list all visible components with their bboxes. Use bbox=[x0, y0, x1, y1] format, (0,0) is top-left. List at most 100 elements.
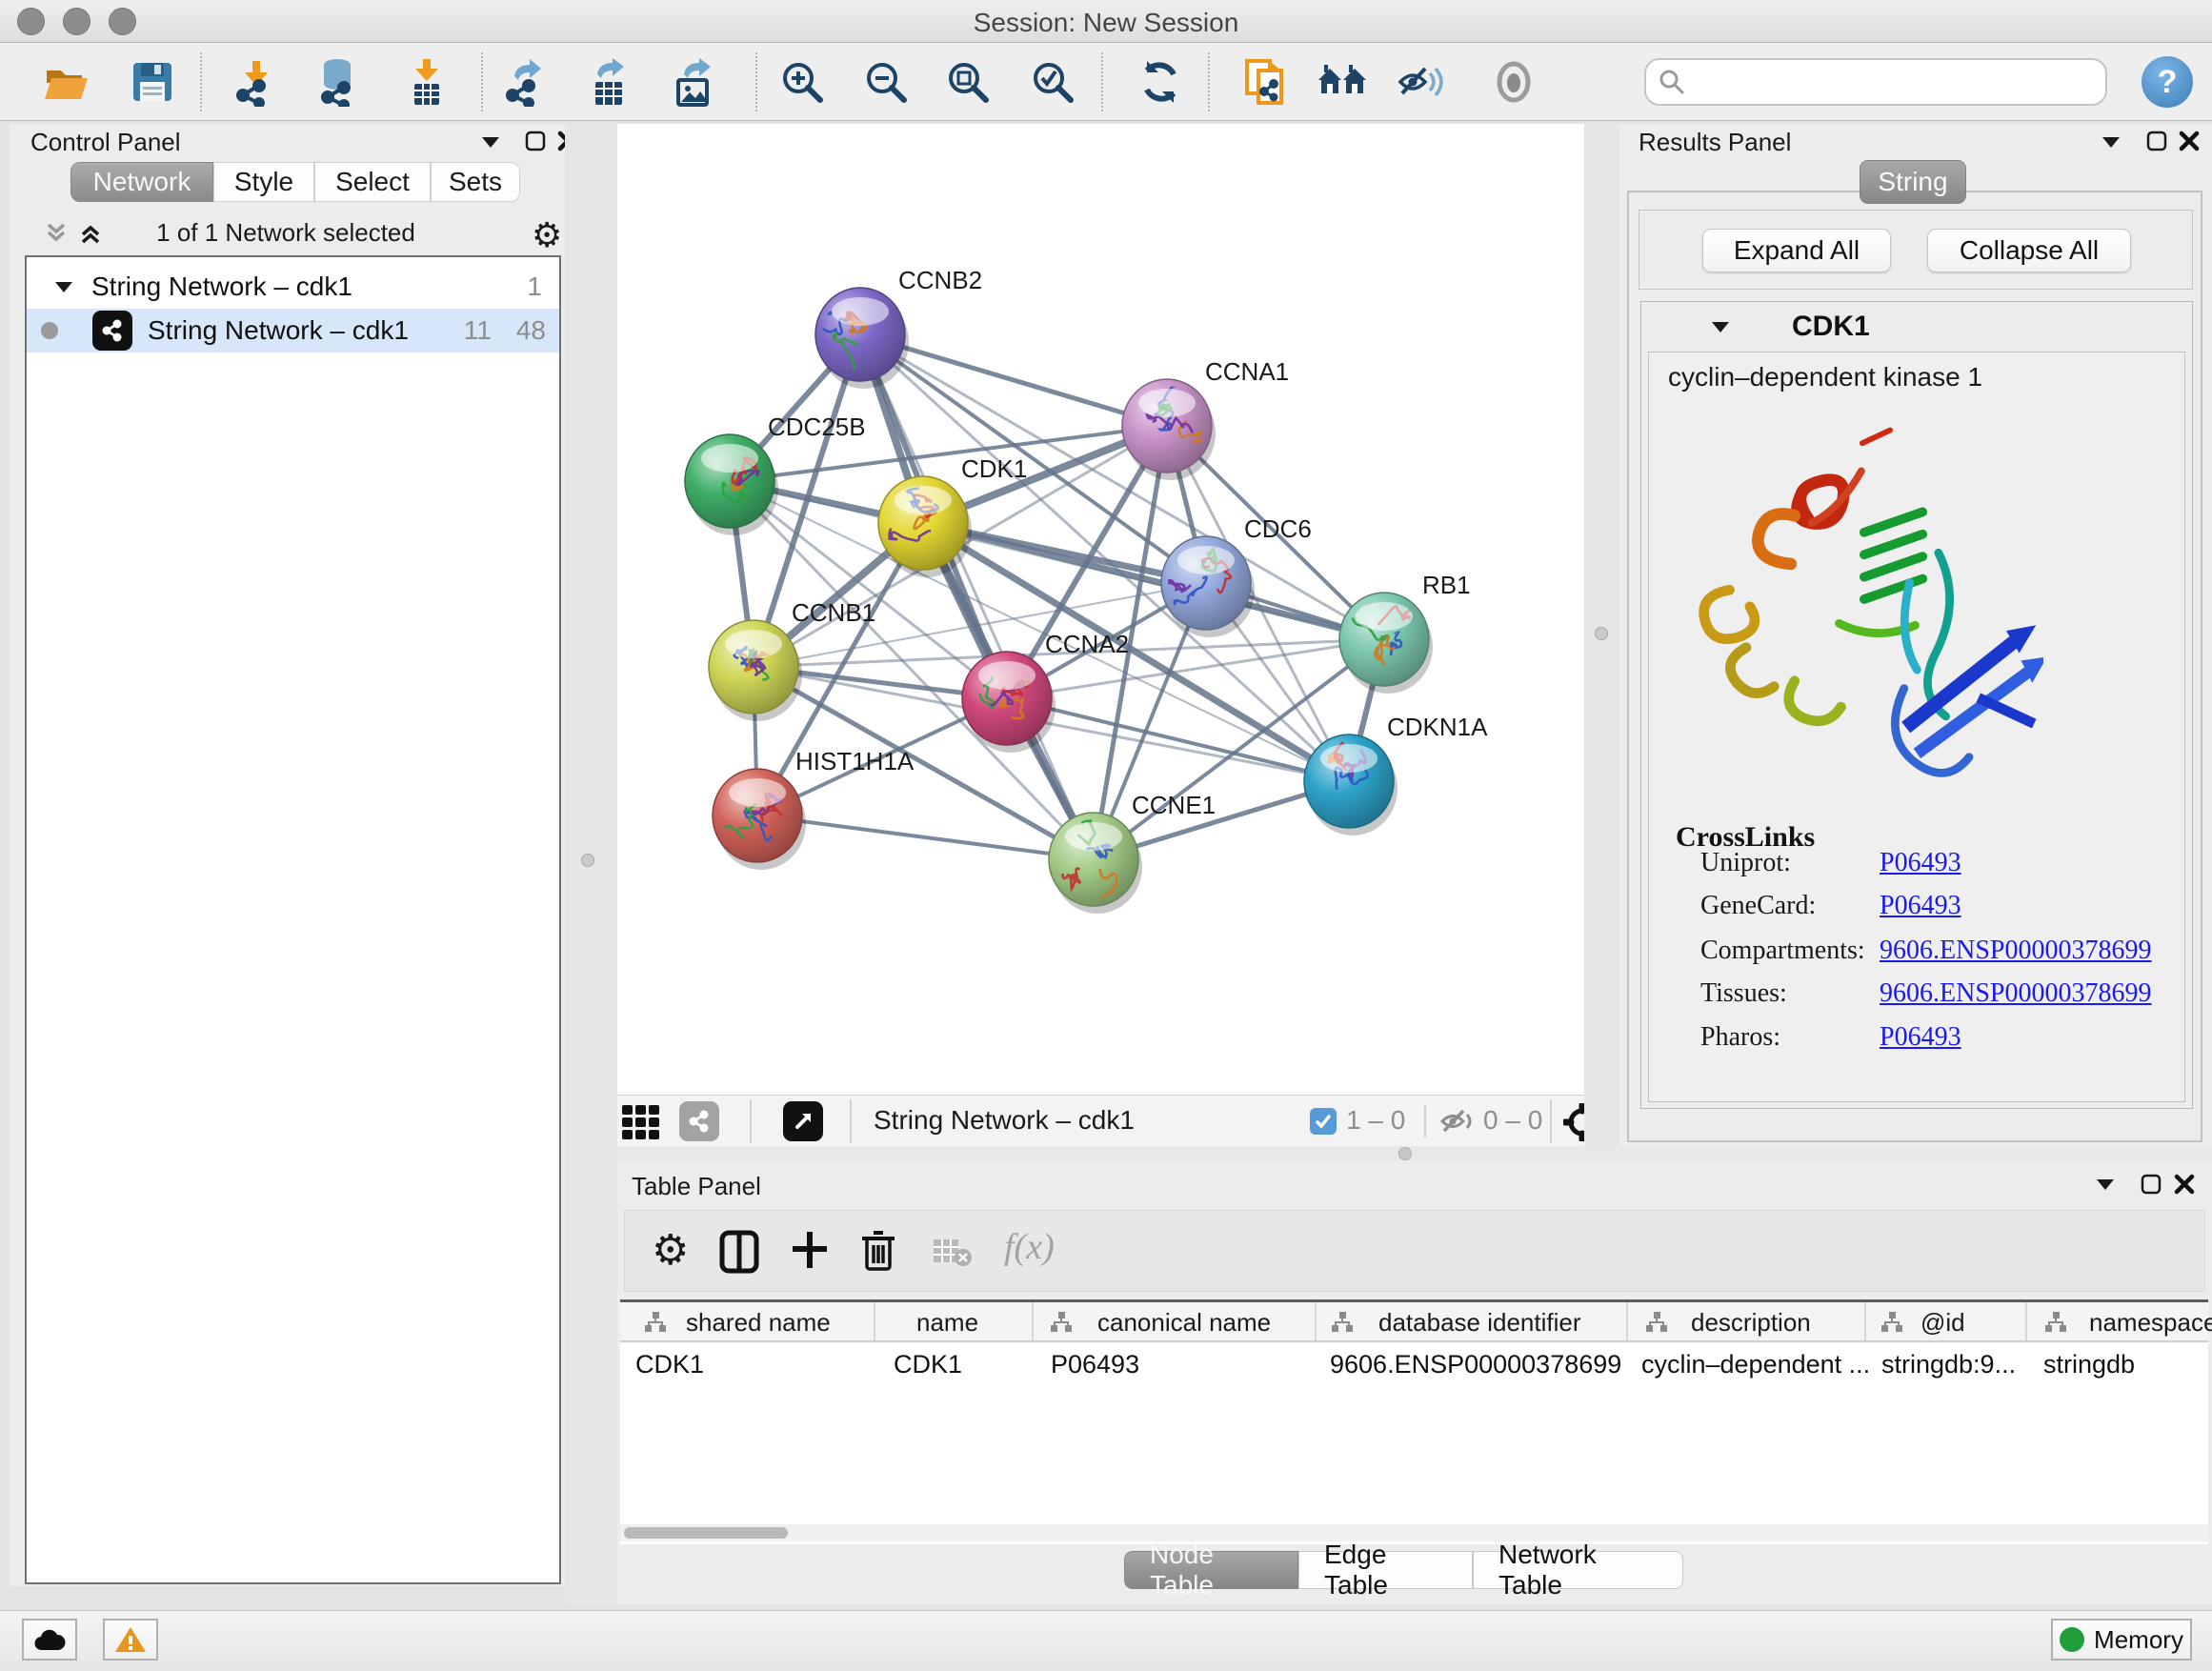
table-cell[interactable]: CDK1 bbox=[635, 1350, 704, 1379]
zoom-selected-icon[interactable] bbox=[1026, 55, 1079, 109]
splitter-handle-icon[interactable] bbox=[581, 854, 594, 867]
crosslink-link[interactable]: 9606.ENSP00000378699 bbox=[1880, 936, 2151, 966]
tab-node-table[interactable]: Node Table bbox=[1124, 1551, 1298, 1589]
column-separator[interactable] bbox=[1626, 1302, 1628, 1340]
birds-eye-view-icon[interactable] bbox=[620, 1101, 662, 1143]
bottom-splitter[interactable] bbox=[617, 1146, 2212, 1160]
tab-edge-table[interactable]: Edge Table bbox=[1298, 1551, 1473, 1589]
tab-select[interactable]: Select bbox=[314, 162, 431, 202]
show-graphics-details-eye-icon[interactable] bbox=[1487, 55, 1540, 109]
network-node-CDKN1A[interactable]: CDKN1A bbox=[1304, 713, 1488, 836]
export-image-icon[interactable] bbox=[667, 55, 720, 109]
delete-column-trash-icon[interactable] bbox=[859, 1227, 897, 1273]
table-options-gear-icon[interactable]: ⚙ bbox=[652, 1226, 689, 1275]
gene-section-header[interactable]: CDK1 bbox=[1641, 302, 2192, 352]
panel-menu-icon[interactable] bbox=[2101, 135, 2122, 149]
cloud-status-button[interactable] bbox=[22, 1619, 77, 1661]
open-session-icon[interactable] bbox=[40, 55, 93, 109]
column-header-name[interactable]: name bbox=[916, 1308, 978, 1338]
crosslink-link[interactable]: P06493 bbox=[1880, 1022, 1961, 1053]
expand-all-chevron-icon[interactable] bbox=[78, 221, 103, 246]
import-network-database-icon[interactable] bbox=[311, 55, 364, 109]
tab-sets[interactable]: Sets bbox=[431, 162, 520, 202]
network-edge[interactable] bbox=[757, 815, 1094, 859]
network-collection-row[interactable]: String Network – cdk1 1 bbox=[27, 265, 559, 309]
save-session-icon[interactable] bbox=[126, 55, 179, 109]
search-input[interactable] bbox=[1644, 58, 2107, 106]
section-collapse-icon[interactable] bbox=[1710, 320, 1731, 334]
import-table-icon[interactable] bbox=[399, 55, 452, 109]
table-cell[interactable]: CDK1 bbox=[894, 1350, 962, 1379]
network-node-CCNA1[interactable]: CCNA1 bbox=[1122, 357, 1289, 480]
zoom-fit-icon[interactable] bbox=[941, 55, 995, 109]
tab-network[interactable]: Network bbox=[70, 162, 213, 202]
collapse-all-chevron-icon[interactable] bbox=[44, 221, 69, 246]
add-column-icon[interactable] bbox=[789, 1228, 831, 1272]
search-field[interactable] bbox=[1686, 67, 2090, 98]
column-separator[interactable] bbox=[2025, 1302, 2027, 1340]
panel-menu-icon[interactable] bbox=[2095, 1178, 2116, 1191]
column-separator[interactable] bbox=[874, 1302, 875, 1340]
crosslink-link[interactable]: P06493 bbox=[1880, 848, 1961, 878]
network-options-gear-icon[interactable]: ⚙ bbox=[532, 215, 562, 255]
network-node-CCNB1[interactable]: CCNB1 bbox=[709, 598, 875, 721]
table-row[interactable]: CDK1 CDK1 P06493 9606.ENSP00000378699 cyclin… bbox=[620, 1342, 2208, 1380]
export-table-icon[interactable] bbox=[582, 55, 635, 109]
table-cell[interactable]: cyclin–dependent ... bbox=[1641, 1350, 1870, 1379]
panel-float-icon[interactable] bbox=[524, 130, 547, 152]
refresh-view-icon[interactable] bbox=[1134, 55, 1187, 109]
network-row[interactable]: String Network – cdk1 11 48 bbox=[27, 309, 559, 352]
help-icon[interactable]: ? bbox=[2142, 56, 2193, 108]
network-node-CCNE1[interactable]: CCNE1 bbox=[1049, 791, 1216, 914]
string-results-tab[interactable]: String bbox=[1860, 160, 1966, 204]
column-header-shared-name[interactable]: shared name bbox=[686, 1308, 831, 1338]
hide-selected-eye-icon[interactable] bbox=[1395, 55, 1448, 109]
export-network-icon[interactable] bbox=[499, 55, 553, 109]
panel-float-icon[interactable] bbox=[2145, 130, 2168, 152]
table-cell[interactable]: P06493 bbox=[1051, 1350, 1139, 1379]
neighborhood-houses-icon[interactable] bbox=[1317, 55, 1370, 109]
panel-menu-icon[interactable] bbox=[480, 135, 501, 149]
scrollbar-thumb[interactable] bbox=[624, 1527, 788, 1539]
network-canvas[interactable]: CCNB2CCNA1CDC25BCDK1CDC6RB1CCNB1CCNA2CDK… bbox=[605, 124, 1584, 1095]
column-header-description[interactable]: description bbox=[1691, 1308, 1811, 1338]
import-network-file-icon[interactable] bbox=[230, 55, 283, 109]
column-separator[interactable] bbox=[1315, 1302, 1317, 1340]
splitter-handle-icon[interactable] bbox=[1398, 1147, 1412, 1160]
panel-close-icon[interactable] bbox=[2178, 130, 2201, 152]
zoom-out-icon[interactable] bbox=[859, 55, 913, 109]
network-node-CCNB2[interactable]: CCNB2 bbox=[815, 266, 982, 389]
zoom-in-icon[interactable] bbox=[775, 55, 829, 109]
clone-network-icon[interactable] bbox=[1239, 55, 1293, 109]
selected-nodes-checkbox-icon[interactable] bbox=[1310, 1108, 1337, 1135]
column-header-canonical-name[interactable]: canonical name bbox=[1097, 1308, 1271, 1338]
warnings-button[interactable] bbox=[103, 1619, 158, 1661]
splitter-handle-icon[interactable] bbox=[1595, 627, 1608, 640]
column-header-database-identifier[interactable]: database identifier bbox=[1378, 1308, 1580, 1338]
memory-button[interactable]: Memory bbox=[2051, 1619, 2192, 1661]
network-node-HIST1H1A[interactable]: HIST1H1A bbox=[713, 747, 915, 870]
collection-expand-icon[interactable] bbox=[53, 280, 74, 294]
network-node-CDC6[interactable]: CDC6 bbox=[1161, 514, 1312, 637]
tab-network-table[interactable]: Network Table bbox=[1473, 1551, 1683, 1589]
panel-close-icon[interactable] bbox=[2173, 1173, 2196, 1196]
left-splitter[interactable] bbox=[565, 124, 617, 1604]
expand-all-button[interactable]: Expand All bbox=[1702, 229, 1891, 272]
tab-style[interactable]: Style bbox=[213, 162, 314, 202]
crosslink-link[interactable]: 9606.ENSP00000378699 bbox=[1880, 978, 2151, 1009]
column-separator[interactable] bbox=[1032, 1302, 1034, 1340]
network-node-CDK1[interactable]: CDK1 bbox=[878, 454, 1027, 577]
table-cell[interactable]: 9606.ENSP00000378699 bbox=[1330, 1350, 1621, 1379]
open-in-browser-icon[interactable] bbox=[783, 1101, 823, 1141]
panel-float-icon[interactable] bbox=[2140, 1173, 2162, 1196]
table-cell[interactable]: stringdb:9... bbox=[1881, 1350, 2016, 1379]
string-panel-toggle-icon[interactable] bbox=[679, 1101, 719, 1141]
column-header-namespace[interactable]: namespace bbox=[2089, 1308, 2212, 1338]
network-node-RB1[interactable]: RB1 bbox=[1339, 571, 1471, 694]
column-separator[interactable] bbox=[1864, 1302, 1866, 1340]
network-edge[interactable] bbox=[860, 334, 1094, 859]
right-splitter[interactable] bbox=[1584, 124, 1619, 1160]
table-cell[interactable]: stringdb bbox=[2043, 1350, 2135, 1379]
network-graph[interactable]: CCNB2CCNA1CDC25BCDK1CDC6RB1CCNB1CCNA2CDK… bbox=[605, 124, 1584, 1095]
column-header-@id[interactable]: @id bbox=[1920, 1308, 1965, 1338]
